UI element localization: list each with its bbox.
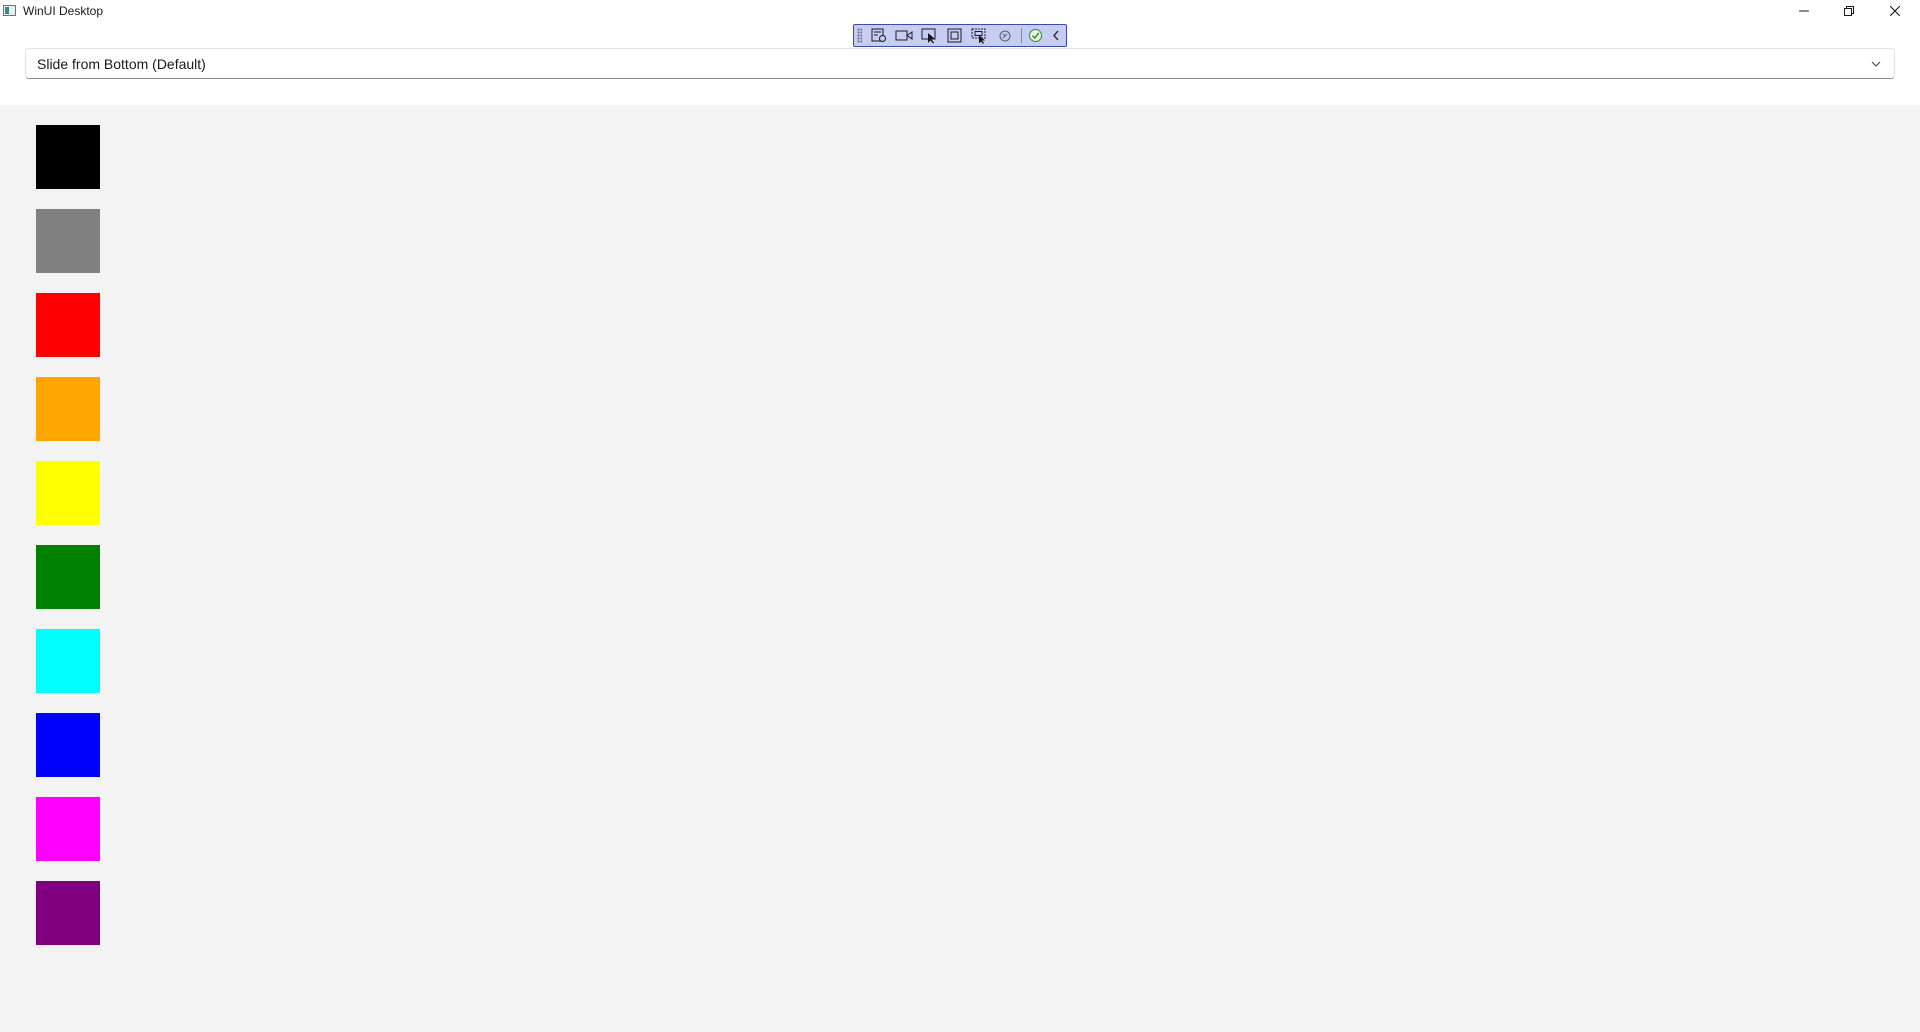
hot-reload-icon: [999, 30, 1011, 41]
minimize-button[interactable]: [1781, 0, 1827, 22]
collapse-toolbar-button[interactable]: [1050, 26, 1062, 45]
accessibility-check-button[interactable]: [1025, 26, 1046, 45]
transition-combobox[interactable]: Slide from Bottom (Default): [25, 48, 1895, 79]
color-swatch-orange: [36, 377, 100, 441]
restore-icon: [1844, 6, 1854, 16]
live-visual-tree-icon: [871, 28, 886, 42]
select-element-icon: [921, 28, 936, 43]
combobox-selected-value: Slide from Bottom (Default): [37, 56, 206, 72]
color-swatch-yellow: [36, 461, 100, 525]
color-swatch-magenta: [36, 797, 100, 861]
live-visual-tree-button[interactable]: [868, 26, 889, 45]
track-focus-icon: [971, 28, 986, 44]
maximize-button[interactable]: [1826, 0, 1872, 22]
chevron-down-icon: [1871, 61, 1881, 67]
minimize-icon: [1799, 10, 1809, 12]
color-swatch-blue: [36, 713, 100, 777]
color-swatch-gray: [36, 209, 100, 273]
toolbar-grip[interactable]: [857, 28, 862, 43]
color-swatch-cyan: [36, 629, 100, 693]
display-layout-adorners-button[interactable]: [944, 26, 965, 45]
collapse-toolbar-icon: [1053, 30, 1059, 41]
color-swatch-purple: [36, 881, 100, 945]
color-swatch-red: [36, 293, 100, 357]
record-button[interactable]: [893, 26, 914, 45]
hot-reload-button[interactable]: [995, 26, 1016, 45]
swatch-panel: [0, 105, 1920, 1032]
close-icon: [1890, 6, 1900, 16]
display-layout-adorners-icon: [947, 28, 962, 43]
app-icon: [3, 5, 16, 16]
select-element-button[interactable]: [919, 26, 940, 45]
record-icon: [895, 30, 913, 41]
accessibility-check-icon: [1029, 29, 1043, 42]
close-button[interactable]: [1872, 0, 1918, 22]
color-swatch-black: [36, 125, 100, 189]
title-bar: WinUI Desktop: [0, 0, 1920, 22]
toolbar-separator: [1021, 28, 1022, 43]
color-swatch-green: [36, 545, 100, 609]
window-title: WinUI Desktop: [23, 4, 104, 18]
debug-toolbar: [853, 24, 1067, 47]
track-focus-button[interactable]: [969, 26, 990, 45]
